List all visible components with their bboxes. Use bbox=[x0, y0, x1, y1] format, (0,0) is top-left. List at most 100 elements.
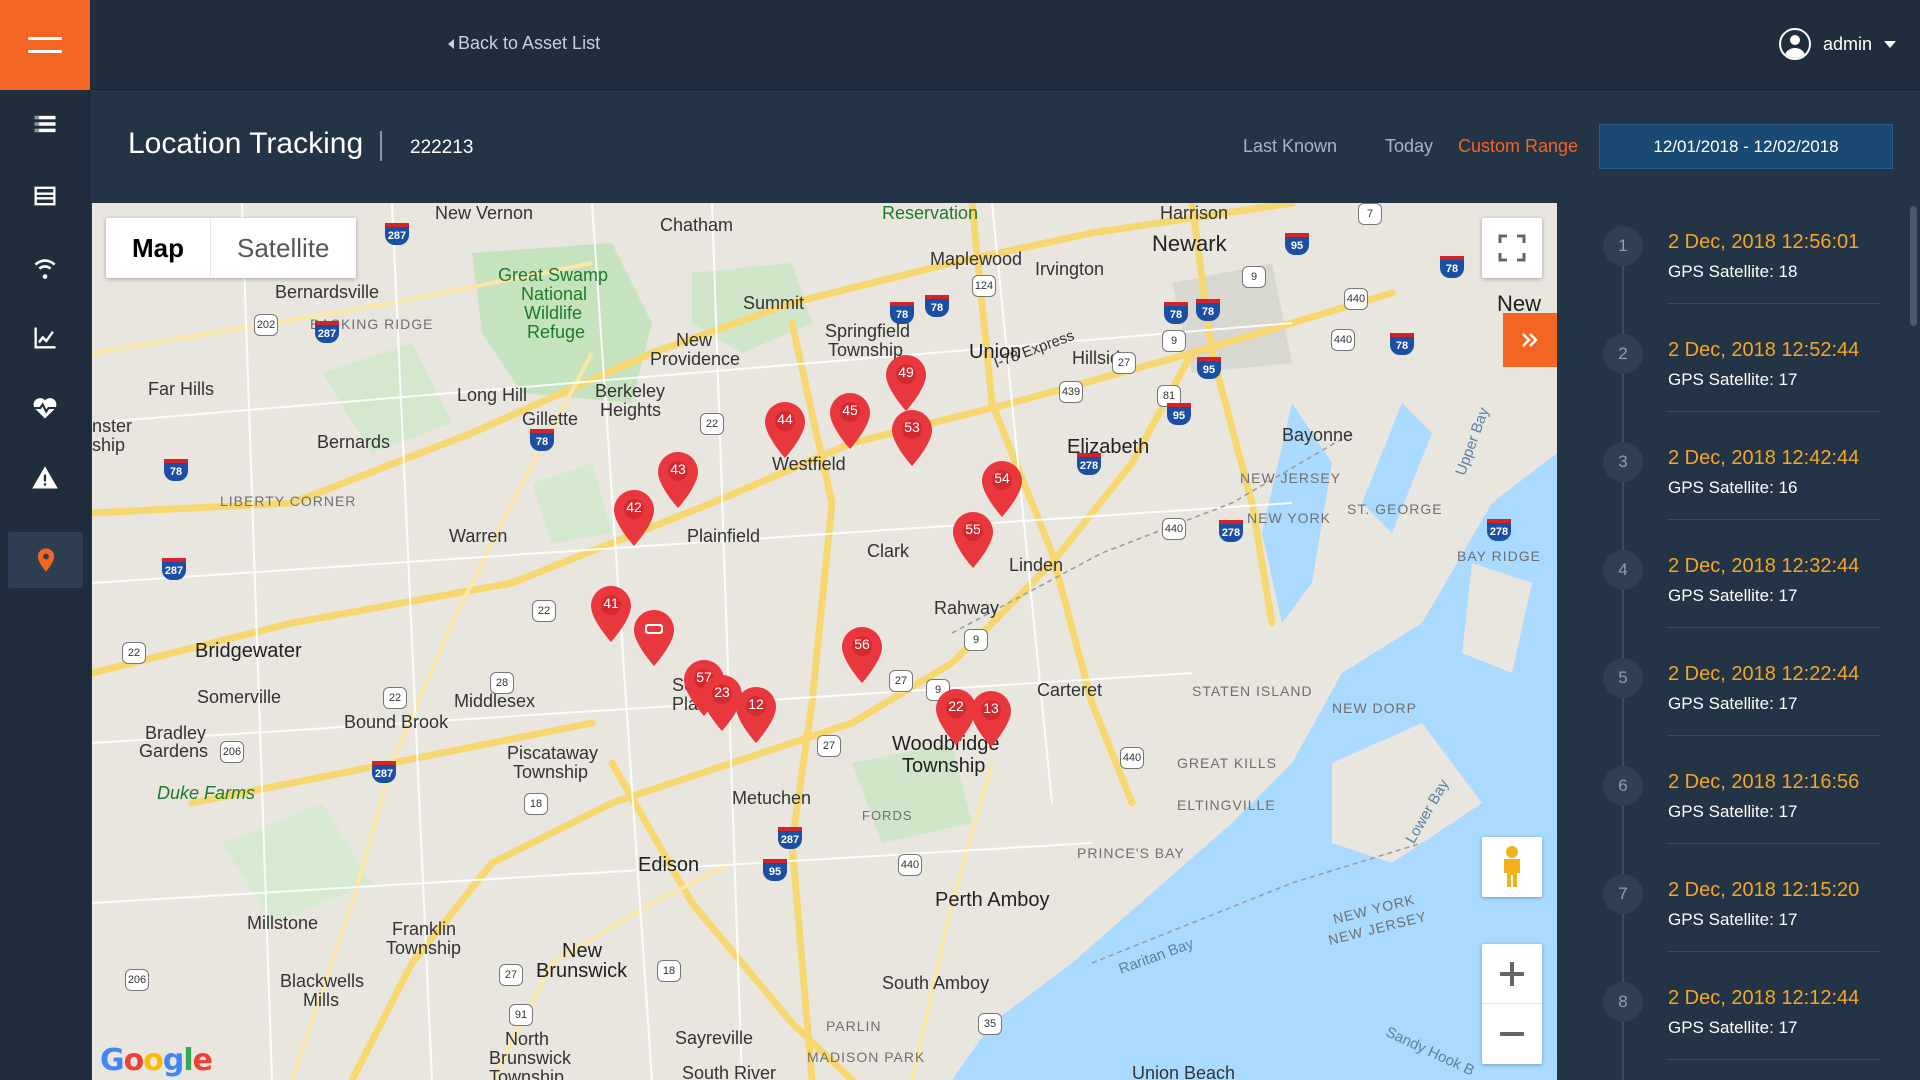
sidebar-item-reports[interactable] bbox=[0, 168, 90, 224]
route-shield: 439 bbox=[1059, 381, 1083, 403]
user-avatar-icon bbox=[1778, 28, 1811, 60]
range-option-last-known[interactable]: Last Known bbox=[1243, 136, 1337, 157]
map-label: New Vernon bbox=[435, 203, 534, 223]
zoom-in-button[interactable] bbox=[1482, 944, 1542, 1004]
interstate-shield: 78 bbox=[530, 429, 554, 451]
timeline-time: 2 Dec, 2018 12:16:56 bbox=[1668, 771, 1860, 793]
location-marker[interactable]: 42 bbox=[612, 488, 656, 548]
location-marker[interactable]: 44 bbox=[763, 400, 807, 460]
timeline-index: 8 bbox=[1603, 982, 1643, 1022]
location-marker-current[interactable] bbox=[632, 608, 676, 668]
map-type-satellite-button[interactable]: Satellite bbox=[211, 218, 356, 278]
map[interactable]: New Vernon Chatham Reservation Harrison … bbox=[92, 203, 1557, 1080]
timeline-item[interactable]: 3 2 Dec, 2018 12:42:44 GPS Satellite: 16 bbox=[1582, 431, 1892, 539]
location-marker[interactable]: 43 bbox=[656, 450, 700, 510]
route-shield: 206 bbox=[125, 969, 149, 991]
pegman-icon bbox=[1504, 846, 1520, 887]
timeline-item[interactable]: 5 2 Dec, 2018 12:22:44 GPS Satellite: 17 bbox=[1582, 647, 1892, 755]
sidebar-item-location[interactable] bbox=[8, 532, 83, 588]
map-label: Mills bbox=[303, 990, 339, 1010]
marker-label: 45 bbox=[842, 402, 858, 418]
timeline-item[interactable]: 8 2 Dec, 2018 12:12:44 GPS Satellite: 17 bbox=[1582, 971, 1892, 1079]
route-shield: 440 bbox=[1120, 747, 1144, 769]
timeline-index: 5 bbox=[1603, 658, 1643, 698]
timeline-time: 2 Dec, 2018 12:32:44 bbox=[1668, 555, 1860, 577]
date-range-picker[interactable]: 12/01/2018 - 12/02/2018 bbox=[1599, 124, 1893, 169]
map-pin-icon bbox=[830, 393, 870, 449]
timeline-index: 2 bbox=[1603, 334, 1643, 374]
timeline-item[interactable]: 4 2 Dec, 2018 12:32:44 GPS Satellite: 17 bbox=[1582, 539, 1892, 647]
map-label: Long Hill bbox=[457, 385, 528, 405]
sidebar-item-alerts[interactable] bbox=[0, 450, 90, 506]
map-label: Middlesex bbox=[454, 691, 536, 711]
map-pin-icon bbox=[971, 691, 1011, 747]
map-label: Metuchen bbox=[732, 788, 812, 808]
hamburger-menu-button[interactable] bbox=[0, 0, 90, 90]
timeline-item[interactable]: 2 2 Dec, 2018 12:52:44 GPS Satellite: 17 bbox=[1582, 323, 1892, 431]
google-logo: Google bbox=[100, 1043, 213, 1078]
map-label: Harrison bbox=[1160, 203, 1229, 223]
timeline-index: 4 bbox=[1603, 550, 1643, 590]
fullscreen-button[interactable] bbox=[1482, 218, 1542, 278]
timeline-item[interactable]: 6 2 Dec, 2018 12:16:56 GPS Satellite: 17 bbox=[1582, 755, 1892, 863]
map-label: South River bbox=[682, 1063, 777, 1080]
sidebar-item-assets[interactable] bbox=[0, 96, 90, 152]
timeline-item[interactable]: 1 2 Dec, 2018 12:56:01 GPS Satellite: 18 bbox=[1582, 215, 1892, 323]
marker-label: 54 bbox=[994, 470, 1010, 486]
range-option-today[interactable]: Today bbox=[1385, 136, 1433, 157]
range-option-custom[interactable]: Custom Range bbox=[1458, 136, 1578, 157]
timeline-time: 2 Dec, 2018 12:42:44 bbox=[1668, 447, 1860, 469]
zoom-out-button[interactable] bbox=[1482, 1004, 1542, 1064]
location-marker[interactable]: 49 bbox=[884, 353, 928, 413]
sidebar-item-connectivity[interactable] bbox=[0, 238, 90, 294]
sidebar-item-health[interactable] bbox=[0, 380, 90, 436]
location-marker[interactable]: 12 bbox=[734, 685, 778, 745]
interstate-shield: 95 bbox=[1197, 357, 1221, 379]
timeline-satellites: GPS Satellite: 17 bbox=[1668, 1018, 1798, 1037]
page-title: Location Tracking bbox=[128, 127, 364, 160]
location-timeline: 1 2 Dec, 2018 12:56:01 GPS Satellite: 18 2… bbox=[1582, 203, 1920, 1080]
map-label: PRINCE'S BAY bbox=[1077, 845, 1185, 861]
location-marker[interactable]: 56 bbox=[840, 625, 884, 685]
expand-panel-button[interactable] bbox=[1503, 313, 1557, 367]
marker-label: 43 bbox=[670, 461, 686, 477]
route-shield: 18 bbox=[524, 793, 548, 815]
map-type-map-button[interactable]: Map bbox=[106, 218, 211, 278]
map-label: Berkeley bbox=[595, 381, 666, 401]
divider bbox=[1668, 411, 1880, 412]
timeline-item[interactable]: 7 2 Dec, 2018 12:15:20 GPS Satellite: 17 bbox=[1582, 863, 1892, 971]
timeline-satellites: GPS Satellite: 17 bbox=[1668, 586, 1798, 605]
map-label: Far Hills bbox=[148, 379, 214, 399]
timeline-index: 1 bbox=[1603, 226, 1643, 266]
location-marker[interactable]: 55 bbox=[951, 510, 995, 570]
map-pin-icon bbox=[953, 512, 993, 568]
route-shield: 18 bbox=[657, 960, 681, 982]
timeline-time: 2 Dec, 2018 12:12:44 bbox=[1668, 987, 1860, 1009]
top-bar: Back to Asset List admin bbox=[90, 0, 1920, 90]
minus-icon bbox=[1500, 1032, 1524, 1036]
double-chevron-right-icon bbox=[1522, 333, 1538, 347]
location-marker[interactable]: 41 bbox=[589, 584, 633, 644]
map-label: Edison bbox=[638, 854, 700, 876]
location-marker[interactable]: 45 bbox=[828, 391, 872, 451]
map-label: Summit bbox=[743, 293, 805, 313]
sidebar-item-analytics[interactable] bbox=[0, 310, 90, 366]
map-label: Township bbox=[902, 755, 986, 777]
map-label: Clark bbox=[867, 541, 910, 561]
map-label: Newark bbox=[1152, 231, 1227, 256]
route-shield: 27 bbox=[817, 735, 841, 757]
street-view-button[interactable] bbox=[1482, 837, 1542, 897]
map-pin-icon bbox=[591, 586, 631, 642]
map-label: Sayreville bbox=[675, 1028, 754, 1048]
location-marker[interactable]: 13 bbox=[969, 689, 1013, 749]
map-label: ELTINGVILLE bbox=[1177, 797, 1276, 813]
location-marker[interactable]: 53 bbox=[890, 408, 934, 468]
route-shield: 202 bbox=[254, 314, 278, 336]
map-pin-icon bbox=[886, 355, 926, 411]
asset-id: 222213 bbox=[410, 137, 474, 158]
user-menu[interactable]: admin bbox=[1778, 28, 1896, 60]
back-to-asset-list-link[interactable]: Back to Asset List bbox=[448, 33, 600, 54]
hamburger-icon bbox=[28, 37, 62, 53]
map-label: Township bbox=[489, 1067, 565, 1080]
timeline-scrollbar[interactable] bbox=[1910, 206, 1917, 326]
